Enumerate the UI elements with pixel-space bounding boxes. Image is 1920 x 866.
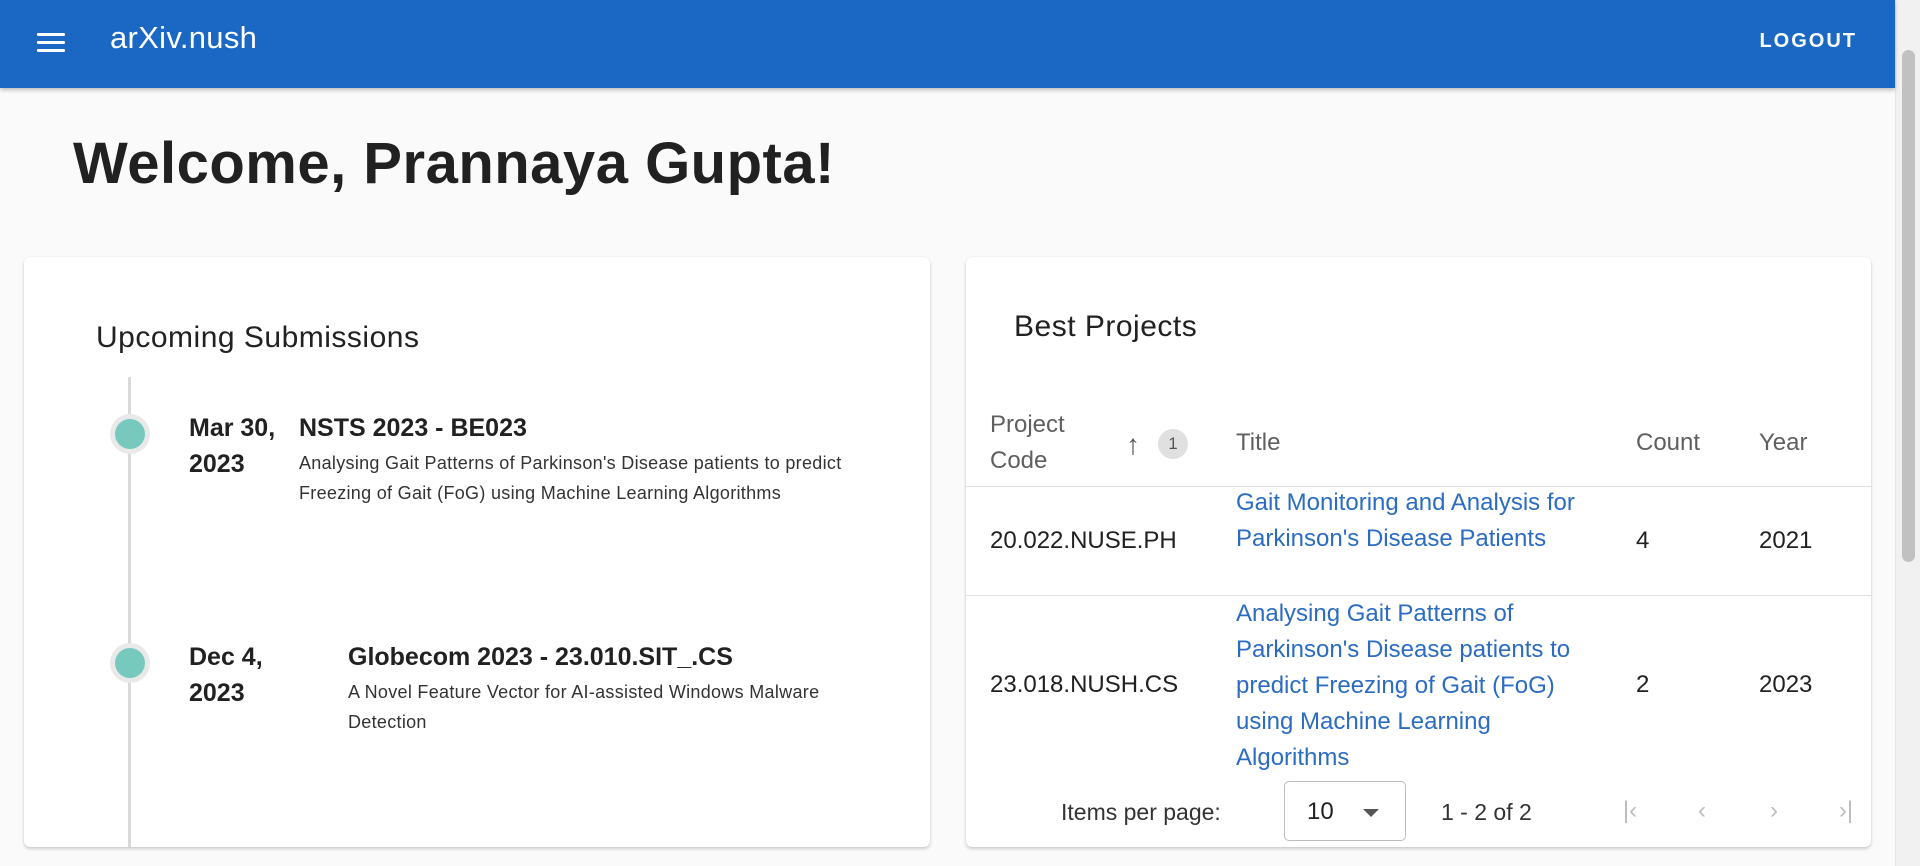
- submission-date: Mar 30, 2023: [189, 414, 276, 478]
- cell-project-code: 23.018.NUSH.CS: [990, 671, 1179, 698]
- project-title-link[interactable]: Gait Monitoring and Analysis for Parkins…: [1236, 485, 1606, 557]
- page-scrollbar[interactable]: [1895, 0, 1920, 866]
- top-app-bar: arXiv.nush LOGOUT: [0, 0, 1895, 88]
- table-row: 20.022.NUSE.PH Gait Monitoring and Analy…: [966, 487, 1871, 596]
- submission-name: Globecom 2023 - 23.010.SIT_.CS: [348, 643, 733, 671]
- timeline-dot-icon: [110, 414, 150, 454]
- column-header-count[interactable]: Count: [1636, 429, 1700, 457]
- scrollbar-thumb[interactable]: [1902, 50, 1915, 562]
- project-title-link[interactable]: Analysing Gait Patterns of Parkinson's D…: [1236, 596, 1606, 776]
- sort-order-badge: 1: [1158, 429, 1188, 459]
- column-header-title[interactable]: Title: [1236, 429, 1280, 457]
- cell-year: 2023: [1759, 671, 1813, 698]
- arrow-up-icon[interactable]: ↑: [1126, 429, 1140, 461]
- submission-description: Analysing Gait Patterns of Parkinson's D…: [299, 453, 842, 503]
- best-projects-card: Best Projects Project Code ↑ 1 Title Cou…: [966, 257, 1871, 847]
- logout-button[interactable]: LOGOUT: [1759, 30, 1857, 53]
- items-per-page-label: Items per page:: [1061, 799, 1221, 825]
- upcoming-submissions-title: Upcoming Submissions: [96, 321, 420, 354]
- cell-count: 4: [1636, 527, 1650, 554]
- chevron-right-icon[interactable]: ›: [1750, 787, 1798, 835]
- app-title[interactable]: arXiv.nush: [110, 20, 257, 56]
- page-range-label: 1 - 2 of 2: [1441, 799, 1532, 825]
- items-per-page-value: 10: [1307, 798, 1334, 825]
- table-header-row: Project Code ↑ 1 Title Count Year: [966, 407, 1871, 487]
- first-page-icon[interactable]: |‹: [1606, 787, 1654, 835]
- chevron-left-icon[interactable]: ‹: [1678, 787, 1726, 835]
- best-projects-title: Best Projects: [1014, 310, 1198, 343]
- dropdown-arrow-icon: [1363, 809, 1379, 817]
- items-per-page-select[interactable]: 10: [1284, 781, 1406, 841]
- cell-year: 2021: [1759, 527, 1813, 554]
- column-header-project-code[interactable]: Project Code: [990, 407, 1110, 479]
- timeline-dot-icon: [110, 643, 150, 683]
- submission-date: Dec 4, 2023: [189, 643, 263, 707]
- last-page-icon[interactable]: ›|: [1822, 787, 1870, 835]
- submission-name: NSTS 2023 - BE023: [299, 414, 527, 442]
- column-header-year[interactable]: Year: [1759, 429, 1808, 457]
- upcoming-submissions-card: Upcoming Submissions Mar 30, 2023 NSTS 2…: [24, 257, 930, 847]
- hamburger-menu-icon[interactable]: [34, 28, 68, 60]
- cell-count: 2: [1636, 671, 1650, 698]
- welcome-heading: Welcome, Prannaya Gupta!: [73, 131, 835, 196]
- table-paginator: Items per page: 10 1 - 2 of 2 |‹ ‹ › ›|: [966, 777, 1871, 847]
- cell-project-code: 20.022.NUSE.PH: [990, 527, 1177, 554]
- table-row: 23.018.NUSH.CS Analysing Gait Patterns o…: [966, 596, 1871, 777]
- submission-description: A Novel Feature Vector for AI-assisted W…: [348, 682, 820, 732]
